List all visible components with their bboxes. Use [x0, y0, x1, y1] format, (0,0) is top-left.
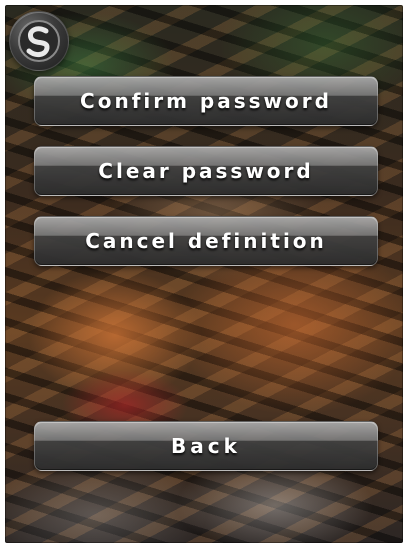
app-logo-button[interactable]	[9, 11, 69, 71]
confirm-password-button[interactable]: Confirm password	[34, 76, 378, 126]
app-logo-icon	[18, 20, 60, 62]
cancel-definition-label: Cancel definition	[85, 229, 327, 253]
back-button[interactable]: Back	[34, 421, 378, 471]
clear-password-button[interactable]: Clear password	[34, 146, 378, 196]
screen: Confirm password Clear password Cancel d…	[5, 5, 403, 543]
back-label: Back	[171, 434, 241, 458]
clear-password-label: Clear password	[98, 159, 314, 183]
confirm-password-label: Confirm password	[80, 89, 332, 113]
cancel-definition-button[interactable]: Cancel definition	[34, 216, 378, 266]
